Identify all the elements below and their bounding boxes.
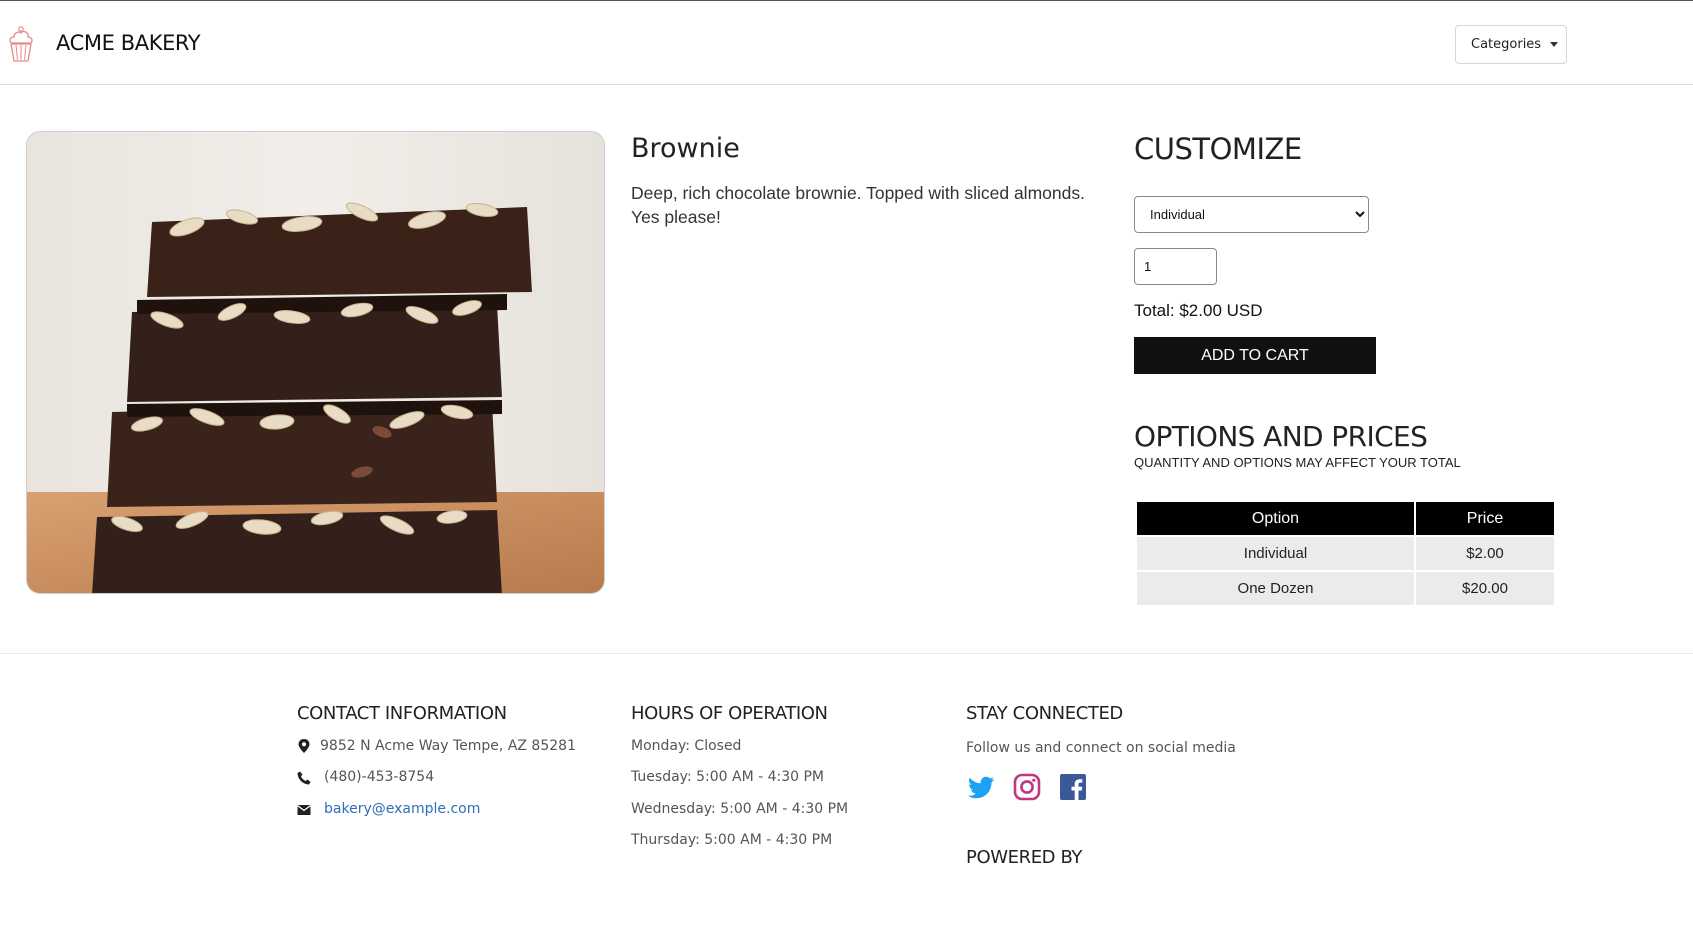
table-cell-price: $2.00	[1416, 537, 1554, 570]
product-description: Deep, rich chocolate brownie. Topped wit…	[631, 183, 1085, 227]
cupcake-logo-icon[interactable]	[6, 25, 36, 65]
product-image	[26, 131, 605, 594]
quantity-input[interactable]	[1134, 248, 1217, 285]
map-marker-icon	[298, 739, 310, 753]
table-header-option: Option	[1137, 502, 1414, 535]
hours-line: Thursday: 5:00 AM - 4:30 PM	[631, 832, 833, 848]
hours-line: Monday: Closed	[631, 738, 742, 754]
social-subtitle: Follow us and connect on social media	[966, 740, 1236, 756]
hours-line: Wednesday: 5:00 AM - 4:30 PM	[631, 801, 849, 817]
table-cell-option: One Dozen	[1137, 572, 1414, 605]
phone-icon	[297, 771, 311, 785]
hours-heading: HOURS OF OPERATION	[631, 703, 828, 724]
table-header-price: Price	[1416, 502, 1554, 535]
table-cell-price: $20.00	[1416, 572, 1554, 605]
table-row: One Dozen $20.00	[1137, 572, 1554, 605]
footer-divider	[0, 653, 1693, 654]
site-header: ACME BAKERY Categories	[0, 1, 1693, 85]
options-subtitle: QUANTITY AND OPTIONS MAY AFFECT YOUR TOT…	[1134, 455, 1461, 470]
categories-dropdown-button[interactable]: Categories	[1455, 25, 1567, 64]
option-select[interactable]: Individual	[1134, 196, 1369, 233]
product-title: Brownie	[631, 133, 740, 164]
social-heading: STAY CONNECTED	[966, 703, 1123, 724]
instagram-icon[interactable]	[1012, 772, 1042, 802]
contact-address: 9852 N Acme Way Tempe, AZ 85281	[320, 738, 576, 754]
table-header-row: Option Price	[1137, 502, 1554, 535]
customize-heading: CUSTOMIZE	[1134, 132, 1302, 166]
categories-label: Categories	[1471, 37, 1542, 52]
add-to-cart-button[interactable]: ADD TO CART	[1134, 337, 1376, 374]
contact-phone: (480)-453-8754	[324, 769, 435, 785]
options-price-table: Option Price Individual $2.00 One Dozen …	[1135, 500, 1556, 607]
caret-down-icon	[1550, 42, 1559, 47]
contact-heading: CONTACT INFORMATION	[297, 703, 507, 724]
total-price: Total: $2.00 USD	[1134, 301, 1263, 320]
hours-line: Tuesday: 5:00 AM - 4:30 PM	[631, 769, 825, 785]
brownie-photo	[27, 132, 604, 593]
envelope-icon	[297, 805, 311, 815]
table-row: Individual $2.00	[1137, 537, 1554, 570]
twitter-icon[interactable]	[966, 772, 996, 802]
contact-email-link[interactable]: bakery@example.com	[324, 801, 480, 817]
options-heading: OPTIONS AND PRICES	[1134, 420, 1428, 453]
facebook-icon[interactable]	[1058, 772, 1088, 802]
powered-by-heading: POWERED BY	[966, 847, 1083, 868]
table-cell-option: Individual	[1137, 537, 1414, 570]
brand-name[interactable]: ACME BAKERY	[56, 31, 201, 55]
